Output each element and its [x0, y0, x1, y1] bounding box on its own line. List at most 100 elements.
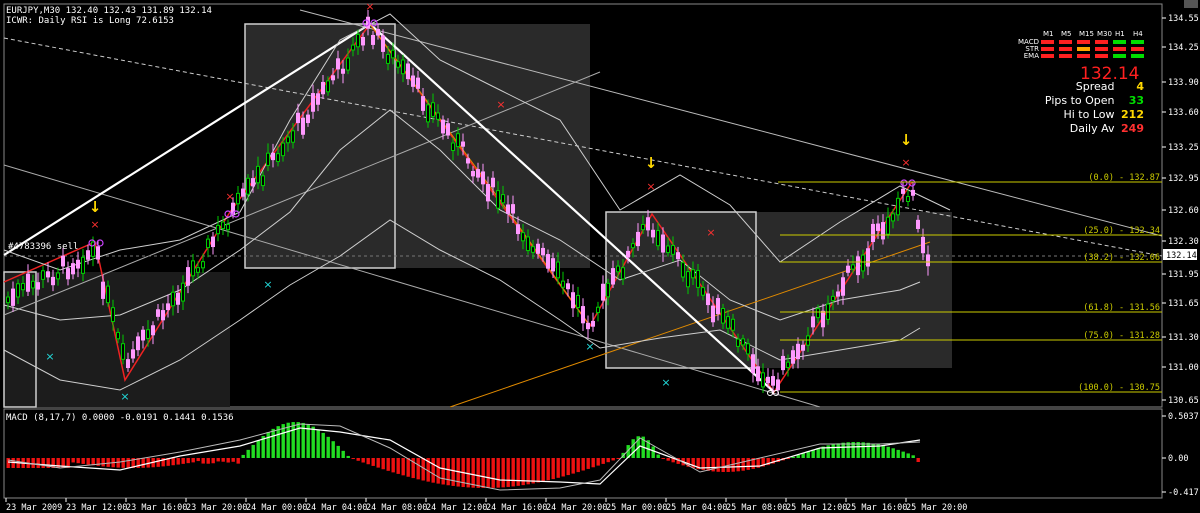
- candle-body: [756, 366, 760, 382]
- candle-body: [746, 343, 750, 355]
- candle-body: [476, 169, 480, 178]
- candle-body: [516, 224, 520, 235]
- candle-body: [31, 280, 35, 289]
- candle-body: [791, 350, 795, 364]
- mtf-cell: [1059, 47, 1072, 51]
- candle-body: [786, 361, 790, 368]
- chart-canvas[interactable]: × × × × × × × × × × × × ↓ ↓ ↓ (0.0) - 132.87 (25.0) - 13…: [0, 0, 1200, 513]
- signal-marker: ×: [496, 98, 505, 111]
- macd-bar: [6, 458, 10, 468]
- candle-body: [741, 338, 745, 346]
- macd-bar: [31, 458, 35, 468]
- macd-bar: [351, 458, 355, 460]
- candle-body: [556, 261, 560, 279]
- macd-bar: [416, 458, 420, 480]
- window-scroll-button[interactable]: [1184, 0, 1198, 8]
- candle-body: [21, 283, 25, 291]
- time-tick-label: 23 Mar 12:00: [66, 503, 127, 513]
- candle-body: [781, 355, 785, 371]
- candle-body: [801, 344, 805, 351]
- candle-body: [561, 280, 565, 288]
- candle-body: [91, 241, 95, 257]
- mtf-tf-label-m30: M30: [1097, 30, 1112, 38]
- macd-bar: [536, 458, 540, 483]
- macd-tick-label: -0.417: [1168, 488, 1199, 498]
- time-tick-label: 25 Mar 04:00: [666, 503, 727, 513]
- macd-bar: [861, 442, 865, 458]
- mtf-cell: [1059, 54, 1072, 58]
- candle-body: [506, 204, 510, 214]
- macd-bar: [396, 458, 400, 474]
- candle-body: [191, 260, 195, 277]
- signal-marker: ×: [706, 226, 715, 239]
- candle-body: [616, 265, 620, 273]
- macd-bar: [276, 426, 280, 458]
- candle-body: [421, 96, 425, 111]
- mtf-cell: [1095, 40, 1108, 44]
- macd-bar: [401, 458, 405, 476]
- macd-bar: [86, 458, 90, 465]
- macd-bar: [291, 422, 295, 458]
- candle-body: [271, 152, 275, 161]
- candle-body: [811, 316, 815, 328]
- candle-body: [501, 194, 505, 204]
- candle-body: [851, 264, 855, 270]
- macd-bar: [471, 458, 475, 488]
- candle-body: [171, 291, 175, 307]
- mtf-cell: [1041, 54, 1054, 58]
- candle-body: [361, 36, 365, 46]
- candle-body: [246, 177, 250, 195]
- macd-bar: [101, 458, 105, 467]
- macd-bar: [361, 458, 365, 463]
- mtf-tf-label-m15: M15: [1079, 30, 1094, 38]
- price-tick-label: 134.25: [1168, 43, 1199, 53]
- mtf-cell: [1113, 47, 1126, 51]
- candle-body: [736, 338, 740, 347]
- price-tick-label: 131.95: [1168, 270, 1199, 280]
- candle-body: [201, 261, 205, 269]
- candle-body: [836, 291, 840, 297]
- candle-body: [796, 343, 800, 360]
- macd-bar: [576, 458, 580, 473]
- candle-body: [871, 223, 875, 243]
- signal-marker: ×: [365, 0, 374, 13]
- macd-bar: [226, 458, 230, 463]
- candle-body: [531, 246, 535, 253]
- candle-body: [261, 175, 265, 187]
- candle-body: [926, 254, 930, 267]
- candle-body: [541, 247, 545, 256]
- macd-bar: [386, 458, 390, 471]
- candle-body: [551, 258, 555, 272]
- candle-body: [546, 254, 550, 269]
- macd-bar: [831, 444, 835, 458]
- macd-bar: [336, 445, 340, 458]
- candle-body: [471, 171, 475, 177]
- candle-body: [161, 310, 165, 321]
- macd-bar: [331, 441, 335, 458]
- candle-body: [921, 236, 925, 254]
- stat-value: 33: [1128, 94, 1144, 107]
- macd-bar: [346, 455, 350, 458]
- candle-body: [26, 273, 30, 292]
- candle-body: [151, 325, 155, 336]
- macd-bar: [41, 458, 45, 468]
- macd-bar: [591, 458, 595, 468]
- candle-body: [766, 376, 770, 384]
- candle-body: [761, 372, 765, 388]
- pivot-circle: [900, 179, 908, 187]
- candle-body: [136, 336, 140, 351]
- candle-body: [901, 188, 905, 194]
- candle-body: [461, 141, 465, 147]
- candle-body: [36, 282, 40, 290]
- macd-bar: [911, 455, 915, 458]
- macd-bar: [661, 458, 665, 460]
- candle-body: [286, 136, 290, 144]
- candle-body: [716, 298, 720, 315]
- macd-bar: [491, 458, 495, 488]
- price-tick-label: 133.60: [1168, 108, 1199, 118]
- candle-body: [896, 197, 900, 216]
- arrow-down-icon: ↓: [89, 198, 102, 216]
- candle-body: [46, 271, 50, 278]
- signal-marker: ×: [263, 278, 272, 291]
- macd-bar: [746, 458, 750, 470]
